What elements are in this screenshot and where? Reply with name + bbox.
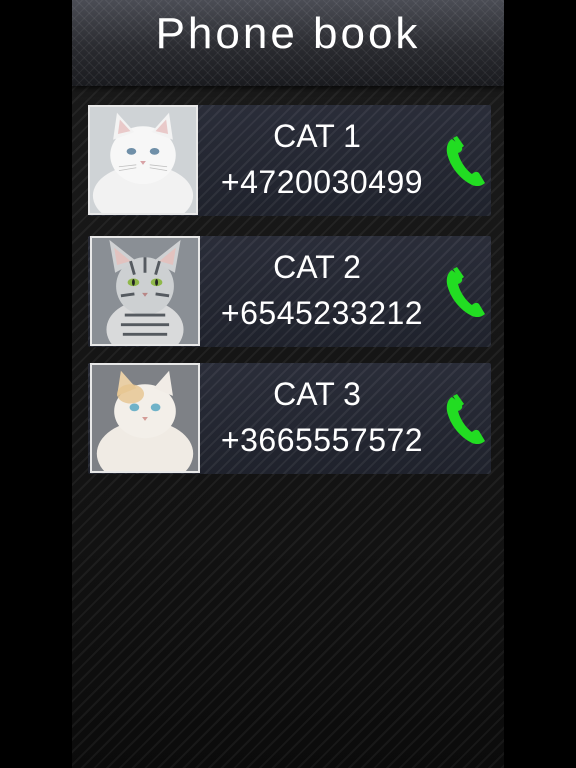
contact-phone: +3665557572	[220, 422, 424, 458]
contact-name: CAT 2	[273, 249, 361, 285]
phone-handset-icon	[446, 267, 485, 318]
call-button[interactable]	[444, 264, 488, 320]
tabby-cat-photo	[92, 238, 198, 344]
contact-row[interactable]: CAT 1 +4720030499	[88, 105, 491, 216]
contact-phone: +6545233212	[220, 295, 424, 331]
contact-row[interactable]: CAT 3 +3665557572	[88, 363, 491, 474]
phone-handset-icon	[446, 394, 485, 445]
contact-name: CAT 1	[273, 118, 361, 154]
page-title: Phone book	[155, 9, 421, 58]
header-bar: Phone book	[72, 0, 504, 86]
contact-avatar	[88, 105, 198, 215]
contact-avatar	[90, 363, 200, 473]
contact-phone: +4720030499	[220, 164, 424, 200]
call-button[interactable]	[444, 133, 488, 189]
phone-book-screen: Phone book CAT 1 +4720030499 CAT 2 +6545…	[72, 0, 504, 768]
white-cat-photo	[90, 107, 196, 213]
contact-avatar	[90, 236, 200, 346]
cream-cat-photo	[92, 365, 198, 471]
contact-row[interactable]: CAT 2 +6545233212	[88, 236, 491, 347]
call-button[interactable]	[444, 391, 488, 447]
contact-name: CAT 3	[273, 376, 361, 412]
phone-handset-icon	[446, 136, 485, 187]
